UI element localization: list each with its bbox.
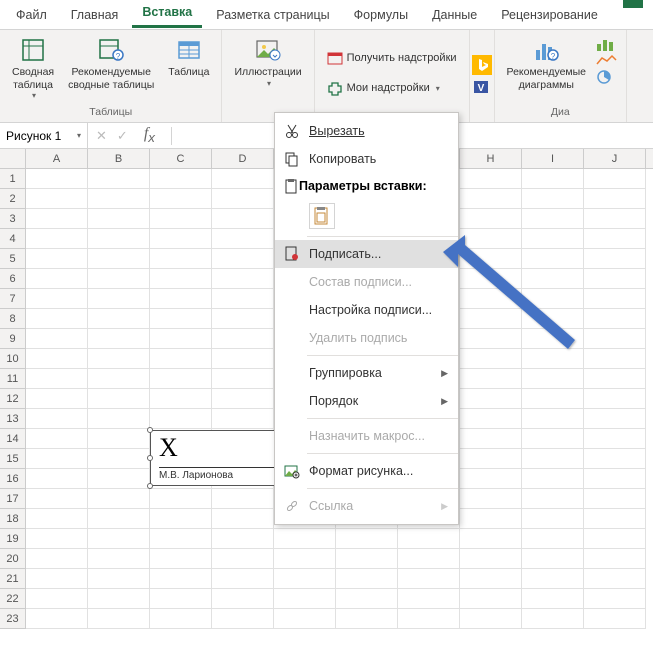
illustrations-button[interactable]: Иллюстрации▾ xyxy=(230,34,305,90)
row-21[interactable]: 21 xyxy=(0,569,25,589)
row-18[interactable]: 18 xyxy=(0,509,25,529)
pivot-table-button[interactable]: Сводная таблица▾ xyxy=(8,34,58,103)
select-all-corner[interactable] xyxy=(0,149,26,169)
col-B[interactable]: B xyxy=(88,149,150,168)
fx-icon[interactable]: fx xyxy=(136,125,163,145)
format-picture-icon xyxy=(283,462,301,480)
illustrations-icon xyxy=(254,36,282,64)
visio-icon[interactable]: V xyxy=(472,77,492,97)
table-button[interactable]: Таблица xyxy=(164,34,213,81)
ctx-cut[interactable]: Вырезать xyxy=(275,117,458,145)
svg-text:V: V xyxy=(477,83,484,94)
recommended-charts-icon: ? xyxy=(532,36,560,64)
row-11[interactable]: 11 xyxy=(0,369,25,389)
ctx-order[interactable]: Порядок▶ xyxy=(275,387,458,415)
ctx-group[interactable]: Группировка▶ xyxy=(275,359,458,387)
copy-icon xyxy=(283,150,301,168)
row-2[interactable]: 2 xyxy=(0,189,25,209)
my-addins-button[interactable]: Мои надстройки▾ xyxy=(323,78,444,98)
row-headers[interactable]: 1234567891011121314151617181920212223 xyxy=(0,169,26,629)
tab-data[interactable]: Данные xyxy=(422,4,487,26)
col-A[interactable]: A xyxy=(26,149,88,168)
ctx-copy[interactable]: Копировать xyxy=(275,145,458,173)
ribbon-tabs: Файл Главная Вставка Разметка страницы Ф… xyxy=(0,0,653,30)
tab-formulas[interactable]: Формулы xyxy=(344,4,418,26)
svg-text:?: ? xyxy=(551,52,556,61)
col-J[interactable]: J xyxy=(584,149,646,168)
tables-group-label: Таблицы xyxy=(89,106,132,118)
context-menu: Вырезать Копировать Параметры вставки: П… xyxy=(274,112,459,525)
bing-icon[interactable] xyxy=(472,55,492,75)
row-14[interactable]: 14 xyxy=(0,429,25,449)
row-19[interactable]: 19 xyxy=(0,529,25,549)
row-1[interactable]: 1 xyxy=(0,169,25,189)
charts-group-label: Диа xyxy=(551,106,570,118)
cancel-icon[interactable]: ✕ xyxy=(96,128,107,144)
row-3[interactable]: 3 xyxy=(0,209,25,229)
tab-pagelayout[interactable]: Разметка страницы xyxy=(206,4,339,26)
row-22[interactable]: 22 xyxy=(0,589,25,609)
name-box[interactable]: Рисунок 1▾ xyxy=(0,123,88,148)
ctx-remove-sig: Удалить подпись xyxy=(275,324,458,352)
pivot-icon xyxy=(19,36,47,64)
ctx-sig-details: Состав подписи... xyxy=(275,268,458,296)
sign-icon xyxy=(283,245,301,263)
ribbon: Сводная таблица▾ ? Рекомендуемые сводные… xyxy=(0,30,653,123)
tab-review[interactable]: Рецензирование xyxy=(491,4,608,26)
addins-icon xyxy=(327,80,343,96)
row-23[interactable]: 23 xyxy=(0,609,25,629)
recommended-pivot-icon: ? xyxy=(97,36,125,64)
chart-type-1[interactable] xyxy=(596,38,618,52)
recommended-pivot-button[interactable]: ? Рекомендуемые сводные таблицы xyxy=(64,34,158,93)
row-15[interactable]: 15 xyxy=(0,449,25,469)
recommended-charts-button[interactable]: ? Рекомендуемые диаграммы xyxy=(503,34,591,93)
col-C[interactable]: C xyxy=(150,149,212,168)
store-icon xyxy=(327,50,343,66)
ctx-sig-setup[interactable]: Настройка подписи... xyxy=(275,296,458,324)
col-H[interactable]: H xyxy=(460,149,522,168)
col-I[interactable]: I xyxy=(522,149,584,168)
tab-file[interactable]: Файл xyxy=(6,4,57,26)
ctx-paste-options-label: Параметры вставки: xyxy=(275,173,458,199)
ctx-link: Ссылка▶ xyxy=(275,492,458,520)
row-9[interactable]: 9 xyxy=(0,329,25,349)
svg-text:?: ? xyxy=(116,52,121,61)
row-17[interactable]: 17 xyxy=(0,489,25,509)
ctx-format-picture[interactable]: Формат рисунка... xyxy=(275,457,458,485)
enter-icon[interactable]: ✓ xyxy=(117,128,128,144)
tab-insert[interactable]: Вставка xyxy=(132,1,202,28)
table-icon xyxy=(175,36,203,64)
chart-type-3[interactable] xyxy=(596,70,618,84)
row-5[interactable]: 5 xyxy=(0,249,25,269)
row-4[interactable]: 4 xyxy=(0,229,25,249)
row-12[interactable]: 12 xyxy=(0,389,25,409)
row-13[interactable]: 13 xyxy=(0,409,25,429)
row-20[interactable]: 20 xyxy=(0,549,25,569)
paste-option-default[interactable] xyxy=(309,203,335,229)
chart-type-2[interactable] xyxy=(596,54,618,68)
link-icon xyxy=(283,497,301,515)
col-D[interactable]: D xyxy=(212,149,274,168)
tab-home[interactable]: Главная xyxy=(61,4,129,26)
row-10[interactable]: 10 xyxy=(0,349,25,369)
ctx-sign[interactable]: Подписать... xyxy=(275,240,458,268)
get-addins-button[interactable]: Получить надстройки xyxy=(323,48,461,68)
paste-icon xyxy=(283,178,299,194)
row-6[interactable]: 6 xyxy=(0,269,25,289)
row-16[interactable]: 16 xyxy=(0,469,25,489)
cut-icon xyxy=(283,122,301,140)
row-7[interactable]: 7 xyxy=(0,289,25,309)
row-8[interactable]: 8 xyxy=(0,309,25,329)
ctx-assign-macro: Назначить макрос... xyxy=(275,422,458,450)
